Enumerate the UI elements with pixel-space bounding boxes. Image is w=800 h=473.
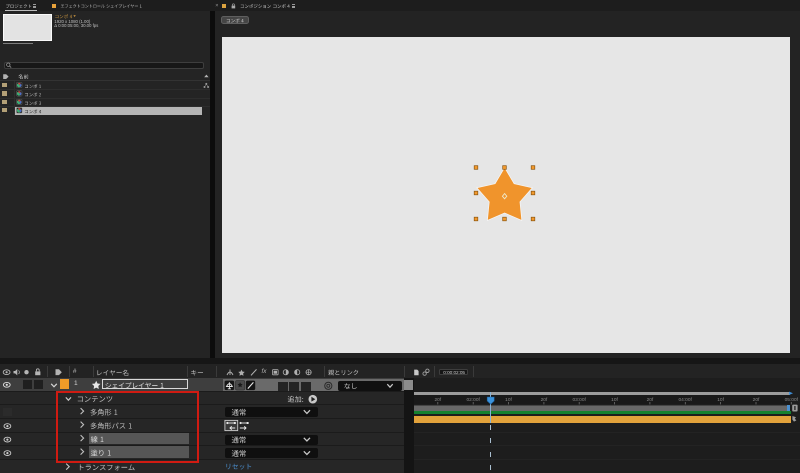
svg-text:10f: 10f [717,397,724,403]
svg-text:04:00f: 04:00f [679,397,693,403]
svg-text:10f: 10f [505,397,512,403]
svg-text:20f: 20f [541,397,548,403]
svg-text:03:00f: 03:00f [573,397,587,403]
svg-text:10f: 10f [611,397,618,403]
svg-text:20f: 20f [753,397,760,403]
svg-text:20f: 20f [647,397,654,403]
svg-text:05:00f: 05:00f [785,397,799,403]
svg-text:02:00f: 02:00f [467,397,481,403]
svg-text:20f: 20f [434,397,441,403]
